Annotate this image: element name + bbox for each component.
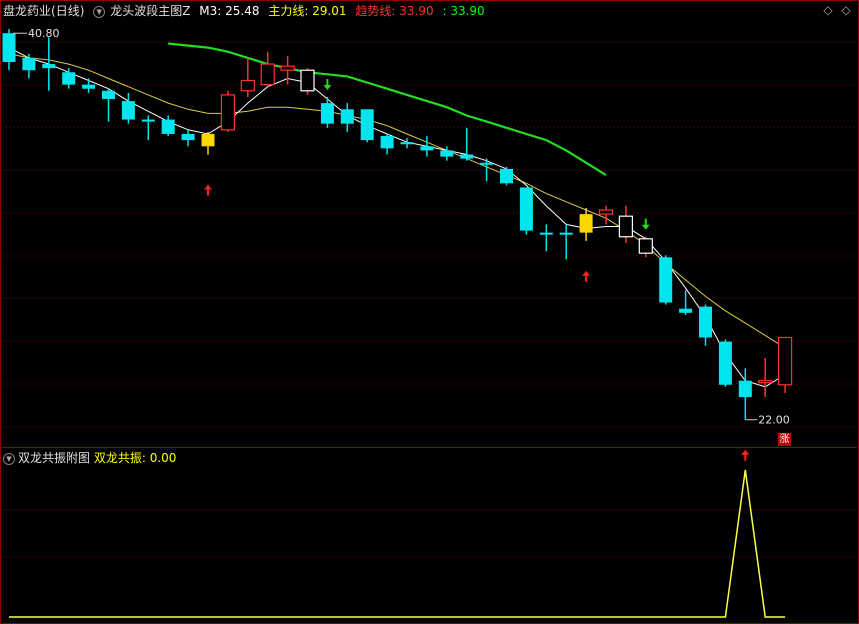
diamond-right-icon[interactable]: ◇ bbox=[840, 3, 852, 17]
buy-arrow-icon bbox=[741, 449, 750, 461]
low-price-label: 22.00 bbox=[758, 414, 790, 427]
trend-line-readout: 趋势线: 33.90 bbox=[355, 4, 434, 18]
sub-panel-header: ▼ 双龙共振附图 双龙共振: 0.00 bbox=[3, 450, 176, 466]
candle-body bbox=[519, 187, 533, 231]
main-line-readout: 主力线: 29.01 bbox=[268, 4, 347, 18]
candle-body bbox=[121, 101, 135, 120]
m3-readout: M3: 25.48 bbox=[199, 4, 260, 18]
candle-body bbox=[360, 109, 374, 141]
candle-body bbox=[500, 168, 513, 184]
indicator-name[interactable]: 龙头波段主图Z bbox=[110, 4, 190, 18]
candle-body bbox=[420, 146, 434, 151]
candle-body bbox=[699, 306, 712, 338]
candle-body bbox=[320, 103, 334, 124]
candle-body bbox=[579, 214, 593, 233]
high-price-label: 40.80 bbox=[28, 27, 60, 40]
m3-line bbox=[8, 47, 786, 388]
candle-body bbox=[42, 64, 56, 69]
candle-body bbox=[300, 69, 315, 92]
resonance-line bbox=[9, 469, 786, 618]
candle-body bbox=[161, 119, 175, 134]
sub-indicator-name[interactable]: 双龙共振附图 bbox=[18, 451, 90, 465]
candle-body bbox=[777, 336, 793, 386]
diamond-left-icon[interactable]: ◇ bbox=[822, 3, 834, 17]
resonance-readout: 双龙共振: 0.00 bbox=[93, 451, 177, 465]
candle-body bbox=[738, 380, 752, 398]
indicator-toggle[interactable]: ▼ 龙头波段主图Z bbox=[93, 4, 190, 18]
candle-body bbox=[480, 162, 494, 165]
candle-body bbox=[659, 257, 673, 303]
candle-body bbox=[758, 380, 773, 384]
candle-body bbox=[340, 109, 354, 124]
candle-body bbox=[240, 79, 255, 92]
candle-body bbox=[260, 63, 275, 86]
candle-body bbox=[559, 232, 573, 235]
zhang-badge[interactable]: 涨 bbox=[778, 433, 791, 446]
candle-body bbox=[539, 232, 553, 235]
candle-body bbox=[638, 238, 653, 254]
candle-body bbox=[102, 90, 115, 100]
main-line bbox=[8, 53, 786, 349]
candle-body bbox=[141, 119, 155, 122]
candle-body bbox=[400, 142, 414, 145]
candle-body bbox=[62, 72, 76, 85]
candle-body bbox=[618, 215, 634, 238]
candle-body bbox=[679, 308, 693, 313]
buy-arrow-icon bbox=[204, 184, 212, 196]
toggle-circle-icon: ▼ bbox=[3, 452, 15, 465]
candle-body bbox=[201, 133, 215, 147]
candlestick-chart[interactable]: 40.80 22.00 bbox=[0, 0, 859, 624]
candle-body bbox=[22, 57, 36, 71]
buy-arrow-icon bbox=[582, 270, 591, 282]
candle-body bbox=[280, 65, 295, 71]
candle-body bbox=[598, 209, 614, 215]
candle-body bbox=[440, 150, 454, 157]
stock-title[interactable]: 盘龙药业(日线) bbox=[3, 4, 84, 18]
sell-arrow-icon bbox=[641, 218, 650, 230]
main-panel-header: 盘龙药业(日线) ▼ 龙头波段主图Z M3: 25.48 主力线: 29.01 趋… bbox=[3, 3, 490, 19]
candle-body bbox=[2, 33, 16, 63]
candle-body bbox=[718, 341, 732, 385]
sub-indicator-toggle[interactable]: ▼ 双龙共振附图 bbox=[3, 451, 90, 465]
sell-arrow-icon bbox=[323, 78, 332, 90]
candle-body bbox=[82, 84, 96, 89]
candle-body bbox=[380, 136, 394, 149]
toggle-circle-icon: ▼ bbox=[93, 5, 106, 18]
extra-readout: : 33.90 bbox=[442, 4, 485, 18]
candle-body bbox=[460, 154, 474, 159]
candle-body bbox=[220, 94, 235, 131]
candle-body bbox=[181, 133, 195, 141]
